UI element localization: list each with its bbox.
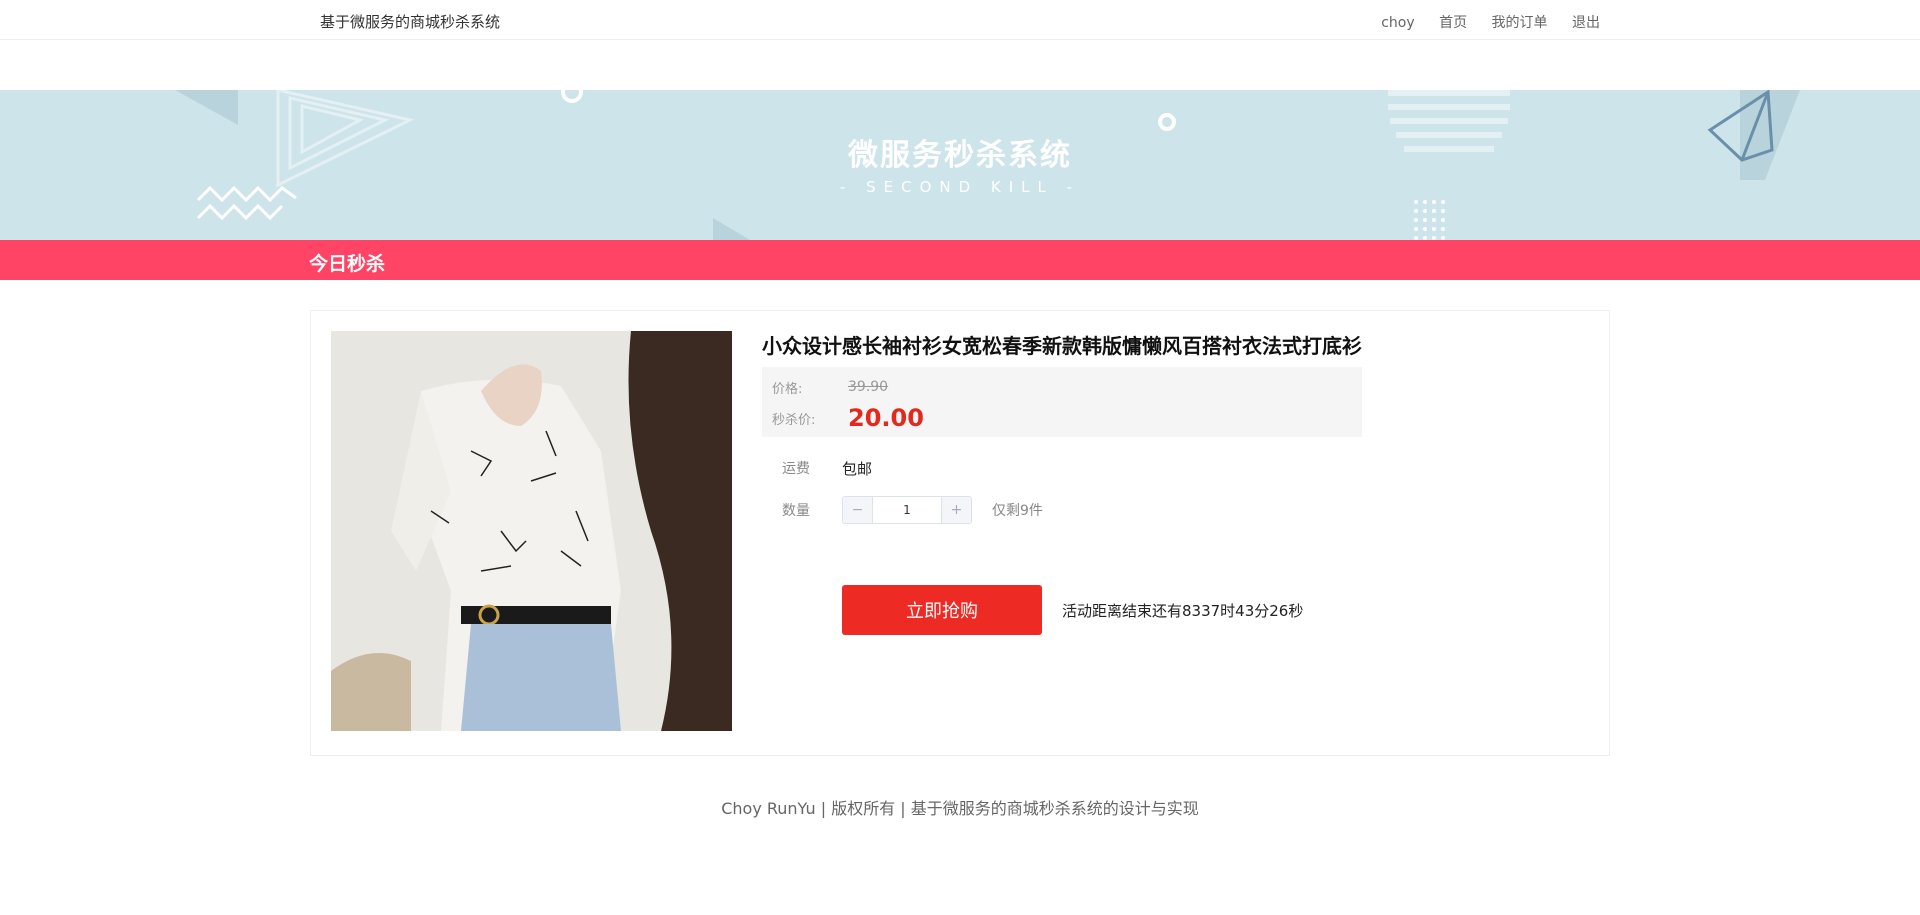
seckill-price: 20.00 (848, 404, 924, 432)
quantity-stepper: − 1 + (842, 496, 972, 524)
top-nav: choy 首页 我的订单 退出 (1361, 12, 1600, 32)
seckill-price-label: 秒杀价: (772, 412, 816, 428)
stock-remaining: 仅剩9件 (992, 503, 1043, 519)
price-label: 价格: (772, 381, 803, 397)
original-price: 39.90 (848, 379, 889, 395)
countdown-timer: 活动距离结束还有8337时43分26秒 (1062, 601, 1304, 620)
section-bar: 今日秒杀 (0, 240, 1920, 280)
nav-user[interactable]: choy (1381, 15, 1414, 31)
increment-button[interactable]: + (942, 497, 971, 523)
shipping-label: 运费 (782, 461, 810, 477)
quantity-label: 数量 (782, 503, 810, 519)
hero-banner: 微服务秒杀系统 - SECOND KILL - (0, 90, 1920, 240)
product-image (331, 331, 732, 731)
product-info: 小众设计感长袖衬衫女宽松春季新款韩版慵懒风百搭衬衣法式打底衫 价格: 39.90… (762, 331, 1362, 635)
footer: Choy RunYu | 版权所有 | 基于微服务的商城秒杀系统的设计与实现 (721, 799, 1199, 818)
shipping-value: 包邮 (842, 459, 873, 478)
quantity-input[interactable]: 1 (872, 497, 942, 523)
price-box: 价格: 39.90 秒杀价: 20.00 (762, 367, 1362, 437)
nav-my-orders[interactable]: 我的订单 (1492, 15, 1548, 31)
product-photo (331, 331, 732, 731)
top-navbar: 基于微服务的商城秒杀系统 choy 首页 我的订单 退出 (0, 0, 1920, 40)
buy-now-button[interactable]: 立即抢购 (842, 585, 1042, 635)
banner-subtitle: - SECOND KILL - (839, 178, 1081, 196)
product-card: 小众设计感长袖衬衫女宽松春季新款韩版慵懒风百搭衬衣法式打底衫 价格: 39.90… (310, 310, 1610, 756)
product-name: 小众设计感长袖衬衫女宽松春季新款韩版慵懒风百搭衬衣法式打底衫 (762, 334, 1362, 358)
nav-logout[interactable]: 退出 (1572, 15, 1600, 31)
section-title: 今日秒杀 (309, 253, 386, 275)
decrement-button[interactable]: − (843, 497, 872, 523)
banner-title: 微服务秒杀系统 (848, 138, 1072, 173)
nav-home[interactable]: 首页 (1439, 15, 1467, 31)
site-title[interactable]: 基于微服务的商城秒杀系统 (320, 11, 500, 32)
